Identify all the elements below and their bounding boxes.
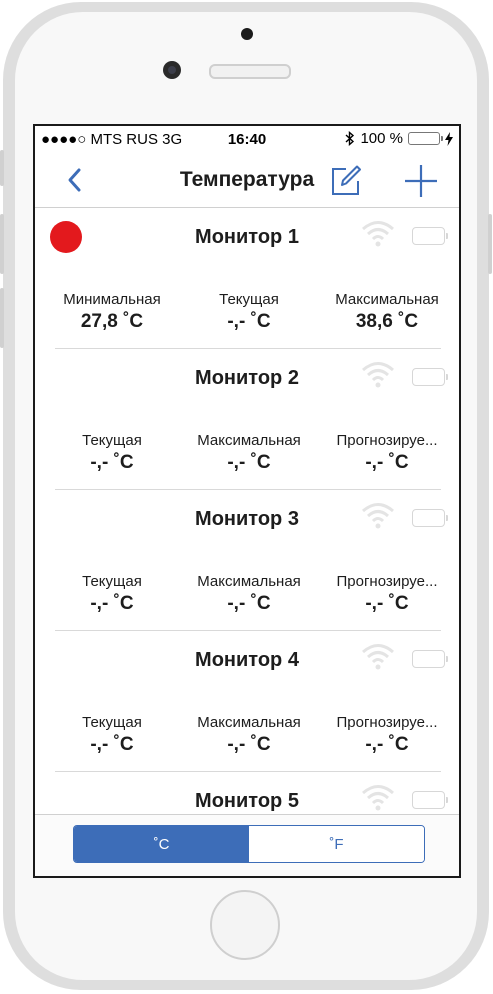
metric-label: Прогнозируе...	[336, 573, 438, 590]
metric: Текущая -,- ˚C	[47, 714, 177, 756]
navigation-bar: Температура	[35, 154, 459, 208]
metric-label: Максимальная	[197, 432, 301, 449]
metric-value: 38,6 ˚C	[355, 311, 419, 332]
earpiece-speaker	[209, 64, 291, 79]
metric-value: -,- ˚C	[227, 311, 271, 332]
mute-switch	[0, 150, 4, 186]
metric: Максимальная -,- ˚C	[184, 432, 314, 474]
sensor-battery-icon	[412, 650, 448, 668]
metric: Максимальная 38,6 ˚C	[322, 291, 452, 333]
wifi-signal-icon	[362, 362, 394, 388]
volume-down-button	[0, 288, 4, 348]
metric-label: Прогнозируе...	[336, 714, 438, 731]
unit-toolbar: ˚C ˚F	[35, 814, 459, 876]
status-right: 100 %	[345, 130, 453, 147]
chevron-left-icon[interactable]	[63, 166, 87, 194]
metric: Максимальная -,- ˚C	[184, 573, 314, 615]
metric-value: 27,8 ˚C	[80, 311, 144, 332]
plus-icon[interactable]	[404, 164, 438, 198]
sensor-battery-icon	[412, 368, 448, 386]
metric: Максимальная -,- ˚C	[184, 714, 314, 756]
battery-percent: 100 %	[360, 130, 403, 147]
wifi-signal-icon	[362, 503, 394, 529]
metric-value: -,- ˚C	[365, 593, 409, 614]
metric-value: -,- ˚C	[90, 734, 134, 755]
compose-icon[interactable]	[330, 164, 362, 196]
metric-label: Максимальная	[335, 291, 439, 308]
metric: Текущая -,- ˚C	[47, 432, 177, 474]
battery-icon	[408, 132, 443, 145]
volume-up-button	[0, 214, 4, 274]
monitor-title: Монитор 3	[195, 508, 299, 530]
status-bar: ●●●●○ MTS RUS 3G 16:40 100 %	[35, 126, 459, 154]
metric: Текущая -,- ˚C	[184, 291, 314, 333]
sensor-battery-icon	[412, 509, 448, 527]
metric-label: Текущая	[219, 291, 279, 308]
sensor-battery-icon	[412, 227, 448, 245]
metric: Текущая -,- ˚C	[47, 573, 177, 615]
metric: Прогнозируе... -,- ˚C	[322, 432, 452, 474]
wifi-signal-icon	[362, 644, 394, 670]
metric-label: Максимальная	[197, 573, 301, 590]
metric-label: Текущая	[82, 573, 142, 590]
monitor-title: Монитор 5	[195, 790, 299, 812]
bolt-icon	[445, 131, 453, 146]
wifi-signal-icon	[362, 785, 394, 811]
metric-value: -,- ˚C	[227, 593, 271, 614]
metric-value: -,- ˚C	[227, 734, 271, 755]
metric-value: -,- ˚C	[365, 452, 409, 473]
metric-value: -,- ˚C	[365, 734, 409, 755]
monitor-title: Монитор 1	[195, 226, 299, 248]
celsius-option[interactable]: ˚C	[74, 826, 249, 862]
app-screen: ●●●●○ MTS RUS 3G 16:40 100 % Температура	[33, 124, 461, 878]
monitor-title: Монитор 4	[195, 649, 299, 671]
metric-value: -,- ˚C	[227, 452, 271, 473]
wifi-signal-icon	[362, 221, 394, 247]
page-title: Температура	[179, 168, 315, 191]
proximity-sensor	[241, 28, 253, 40]
monitor-card-2[interactable]: Монитор 2 Текущая -,- ˚C Максимальная -,…	[35, 349, 459, 490]
metric: Прогнозируе... -,- ˚C	[322, 714, 452, 756]
power-button	[488, 214, 492, 274]
monitor-title: Монитор 2	[195, 367, 299, 389]
metric-label: Максимальная	[197, 714, 301, 731]
metric: Прогнозируе... -,- ˚C	[322, 573, 452, 615]
monitor-card-3[interactable]: Монитор 3 Текущая -,- ˚C Максимальная -,…	[35, 490, 459, 631]
home-button[interactable]	[210, 890, 280, 960]
front-camera	[163, 61, 181, 79]
metric-label: Текущая	[82, 432, 142, 449]
monitor-card-1[interactable]: Монитор 1 Минимальная 27,8 ˚C Текущая -,…	[35, 208, 459, 349]
unit-segmented-control: ˚C ˚F	[73, 825, 425, 863]
bluetooth-icon	[345, 131, 355, 146]
monitor-card-4[interactable]: Монитор 4 Текущая -,- ˚C Максимальная -,…	[35, 631, 459, 772]
metric-value: -,- ˚C	[90, 452, 134, 473]
fahrenheit-option[interactable]: ˚F	[249, 826, 424, 862]
metric: Минимальная 27,8 ˚C	[47, 291, 177, 333]
metric-value: -,- ˚C	[90, 593, 134, 614]
metric-label: Прогнозируе...	[336, 432, 438, 449]
sensor-battery-icon	[412, 791, 448, 809]
metric-label: Минимальная	[63, 291, 161, 308]
metric-label: Текущая	[82, 714, 142, 731]
